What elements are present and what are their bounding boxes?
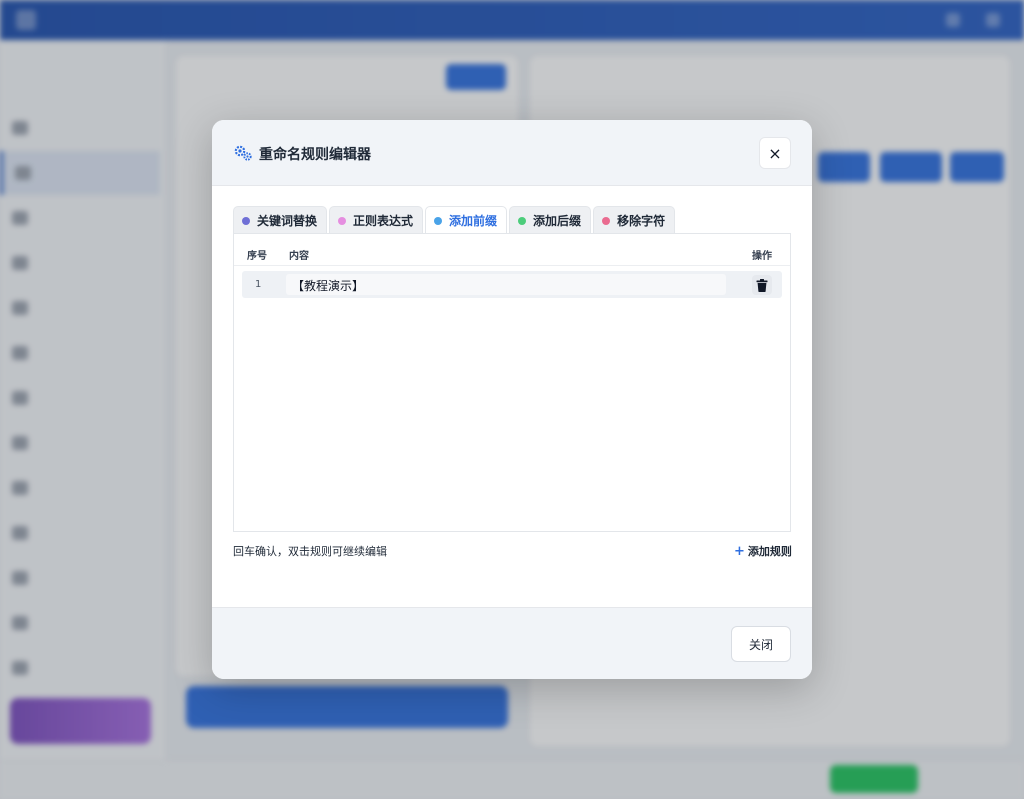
modal-footer: 关闭 [212, 607, 812, 679]
add-rule-button[interactable]: + 添加规则 [734, 543, 792, 559]
plus-icon: + [734, 544, 745, 559]
modal-header: 重命名规则编辑器 × [212, 120, 812, 186]
rule-type-tabs: 关键词替换 正则表达式 添加前缀 添加后缀 移除字符 [233, 206, 677, 234]
tab-label: 关键词替换 [257, 214, 318, 228]
tab-dot-icon [338, 216, 347, 225]
rules-table: 序号 内容 操作 1 【教程演示】 [233, 233, 791, 532]
header-action: 操作 [752, 251, 772, 262]
delete-rule-button[interactable] [752, 275, 772, 295]
rename-rules-modal: 重命名规则编辑器 × 关键词替换 正则表达式 添加前缀 添加后缀 移除字符 序号 内容 … [212, 120, 812, 679]
tab-1[interactable]: 关键词替换 [233, 206, 328, 234]
add-rule-label: 添加规则 [747, 545, 792, 558]
tab-dot-icon [434, 216, 443, 225]
header-index: 序号 [247, 251, 267, 262]
close-icon[interactable]: × [759, 137, 791, 169]
tab-3[interactable]: 添加前缀 [425, 206, 508, 234]
hint-text: 回车确认，双击规则可继续编辑 [233, 545, 387, 558]
table-row[interactable]: 1 【教程演示】 [242, 271, 782, 298]
modal-title: 重命名规则编辑器 [259, 147, 371, 163]
tab-2[interactable]: 正则表达式 [329, 206, 424, 234]
tab-label: 添加前缀 [449, 214, 498, 228]
tab-label: 移除字符 [617, 214, 666, 228]
table-header: 序号 内容 操作 [234, 234, 790, 266]
tab-dot-icon [518, 216, 527, 225]
rule-content[interactable]: 【教程演示】 [286, 274, 726, 295]
close-button[interactable]: 关闭 [731, 626, 791, 662]
trash-icon [756, 278, 768, 292]
tab-4[interactable]: 添加后缀 [509, 206, 592, 234]
gears-icon [234, 145, 252, 161]
header-content: 内容 [289, 251, 309, 262]
tab-dot-icon [242, 216, 250, 225]
tab-label: 添加后缀 [533, 214, 582, 228]
tab-dot-icon [602, 216, 611, 225]
tab-5[interactable]: 移除字符 [593, 206, 676, 234]
row-index: 1 [255, 279, 262, 290]
tab-label: 正则表达式 [353, 214, 414, 228]
